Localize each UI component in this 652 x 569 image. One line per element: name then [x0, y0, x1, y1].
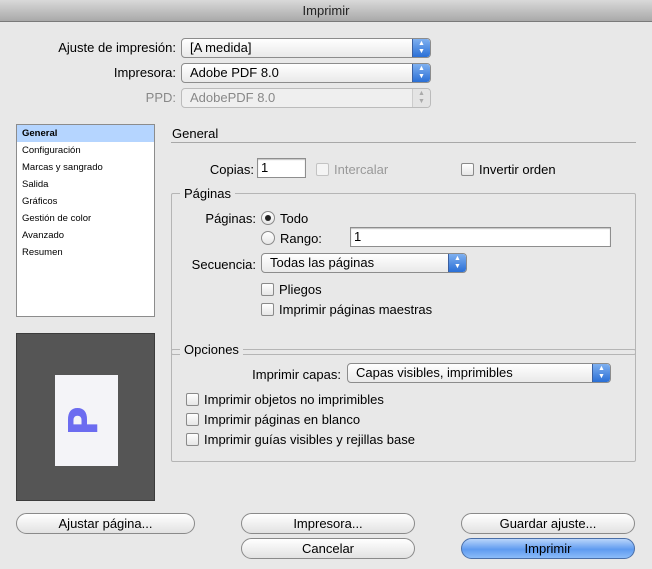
printer-value: Adobe PDF 8.0: [190, 65, 279, 80]
sidebar-item-configuracion[interactable]: Configuración: [17, 142, 154, 159]
print-dialog: Ajuste de impresión: [A medida] ▲ ▼ Impre…: [0, 23, 652, 569]
layers-popup[interactable]: Capas visibles, imprimibles ▲ ▼: [347, 363, 611, 383]
window-title: Imprimir: [0, 0, 652, 22]
pages-group-title: Páginas: [180, 186, 235, 201]
preview-page: P: [55, 375, 118, 466]
reverse-order-checkbox[interactable]: Invertir orden: [461, 161, 556, 177]
cancel-button[interactable]: Cancelar: [241, 538, 415, 559]
copies-label: Copias:: [209, 162, 254, 177]
save-preset-button[interactable]: Guardar ajuste...: [461, 513, 635, 534]
checkbox-box: [261, 282, 274, 296]
printer-popup[interactable]: Adobe PDF 8.0 ▲ ▼: [181, 63, 431, 83]
copies-field[interactable]: 1: [257, 158, 306, 178]
printer-label: Impresora:: [113, 65, 176, 80]
popup-arrows-icon: ▲ ▼: [592, 364, 610, 382]
range-field[interactable]: 1: [350, 227, 611, 247]
collate-label: Intercalar: [334, 161, 389, 177]
sidebar-item-salida[interactable]: Salida: [17, 176, 154, 193]
master-pages-label: Imprimir páginas maestras: [279, 301, 433, 317]
blank-pages-label: Imprimir páginas en blanco: [204, 411, 361, 427]
radio-dot: [261, 231, 275, 245]
print-preview: P: [16, 333, 155, 501]
reverse-order-label: Invertir orden: [479, 161, 556, 177]
preset-popup[interactable]: [A medida] ▲ ▼: [181, 38, 431, 58]
print-button[interactable]: Imprimir: [461, 538, 635, 559]
guides-checkbox[interactable]: Imprimir guías visibles y rejillas base: [186, 431, 415, 447]
ppd-value: AdobePDF 8.0: [190, 90, 276, 105]
ppd-label: PPD:: [145, 90, 176, 105]
section-divider: [171, 142, 636, 143]
preview-glyph-icon: P: [61, 406, 107, 435]
sequence-value: Todas las páginas: [270, 255, 375, 270]
nonprinting-checkbox[interactable]: Imprimir objetos no imprimibles: [186, 391, 384, 407]
checkbox-box: [186, 392, 199, 406]
section-title-general: General: [172, 126, 219, 141]
checkbox-box: [186, 432, 199, 446]
printer-button[interactable]: Impresora...: [241, 513, 415, 534]
preview-glyph: P: [61, 406, 107, 435]
popup-arrows-icon: ▲ ▼: [412, 64, 430, 82]
checkbox-box: [186, 412, 199, 426]
category-list: General Configuración Marcas y sangrado …: [16, 124, 155, 317]
page-setup-button[interactable]: Ajustar página...: [16, 513, 195, 534]
spreads-checkbox[interactable]: Pliegos: [261, 281, 322, 297]
all-pages-radio[interactable]: Todo: [261, 210, 308, 226]
sidebar-item-resumen[interactable]: Resumen: [17, 244, 154, 261]
checkbox-box: [461, 162, 474, 176]
spreads-label: Pliegos: [279, 281, 322, 297]
checkbox-box: [316, 162, 329, 176]
radio-dot: [261, 211, 275, 225]
preset-value: [A medida]: [190, 40, 252, 55]
guides-label: Imprimir guías visibles y rejillas base: [204, 431, 415, 447]
checkbox-box: [261, 302, 274, 316]
popup-arrows-icon: ▲ ▼: [448, 254, 466, 272]
sidebar-item-marcas[interactable]: Marcas y sangrado: [17, 159, 154, 176]
popup-arrows-icon: ▲ ▼: [412, 89, 430, 107]
sequence-label: Secuencia:: [191, 257, 256, 272]
master-pages-checkbox[interactable]: Imprimir páginas maestras: [261, 301, 432, 317]
sidebar-item-general[interactable]: General: [17, 125, 154, 142]
layers-value: Capas visibles, imprimibles: [356, 365, 513, 380]
range-label: Rango:: [280, 230, 322, 246]
sequence-popup[interactable]: Todas las páginas ▲ ▼: [261, 253, 467, 273]
layers-label: Imprimir capas:: [252, 367, 341, 382]
preset-label: Ajuste de impresión:: [58, 40, 176, 55]
options-group-title: Opciones: [180, 342, 243, 357]
collate-checkbox: Intercalar: [316, 161, 388, 177]
nonprinting-label: Imprimir objetos no imprimibles: [204, 391, 384, 407]
blank-pages-checkbox[interactable]: Imprimir páginas en blanco: [186, 411, 360, 427]
sidebar-item-avanzado[interactable]: Avanzado: [17, 227, 154, 244]
popup-arrows-icon: ▲ ▼: [412, 39, 430, 57]
sidebar-item-color[interactable]: Gestión de color: [17, 210, 154, 227]
range-radio[interactable]: Rango:: [261, 230, 322, 246]
ppd-popup: AdobePDF 8.0 ▲ ▼: [181, 88, 431, 108]
sidebar-item-graficos[interactable]: Gráficos: [17, 193, 154, 210]
pages-label: Páginas:: [205, 211, 256, 226]
all-pages-label: Todo: [280, 210, 309, 226]
